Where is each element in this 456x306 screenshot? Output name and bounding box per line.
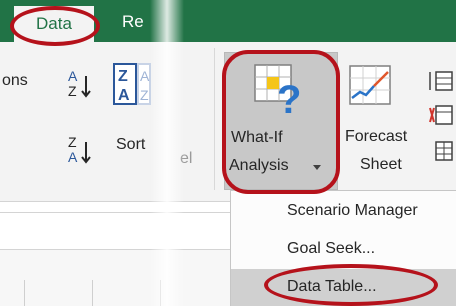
what-if-analysis-icon: ? xyxy=(254,64,301,115)
svg-text:A: A xyxy=(140,68,150,84)
svg-text:Z: Z xyxy=(68,134,77,150)
svg-text:Z: Z xyxy=(140,87,149,103)
worksheet-area[interactable] xyxy=(0,250,230,306)
sort-button-label[interactable]: Sort xyxy=(116,136,145,154)
tab-data[interactable]: Data xyxy=(14,6,94,42)
column-divider xyxy=(24,280,25,306)
menu-item-scenario-manager[interactable]: Scenario Manager xyxy=(231,193,456,229)
what-if-dropdown-menu: Scenario Manager Goal Seek... Data Table… xyxy=(230,190,456,306)
formula-bar[interactable] xyxy=(0,212,230,250)
svg-text:A: A xyxy=(68,68,78,84)
menu-item-label: Goal Seek... xyxy=(287,240,376,257)
menu-item-label: Scenario Manager xyxy=(287,202,418,219)
svg-text:A: A xyxy=(118,87,130,104)
menu-item-data-table[interactable]: Data Table... xyxy=(231,269,456,306)
sort-dialog-icon[interactable]: Z A A Z xyxy=(112,62,152,106)
svg-text:?: ? xyxy=(277,78,301,115)
ribbon-tab-strip: Data Re xyxy=(0,0,456,42)
column-divider xyxy=(160,280,161,306)
sort-z-to-a-icon[interactable]: Z A xyxy=(64,132,98,166)
menu-item-goal-seek[interactable]: Goal Seek... xyxy=(231,231,456,267)
forecast-label-line2[interactable]: Sheet xyxy=(360,156,402,174)
svg-text:Z: Z xyxy=(68,83,77,99)
chevron-down-icon xyxy=(313,165,321,170)
svg-text:A: A xyxy=(68,149,78,165)
what-if-label-line2: Analysis xyxy=(229,157,289,174)
tab-review[interactable]: Re xyxy=(122,12,144,32)
ribbon-partial-label: ons xyxy=(2,72,28,89)
menu-item-label: Data Table... xyxy=(287,278,377,295)
group-label-partial: el xyxy=(180,150,193,167)
group-icon[interactable] xyxy=(428,70,454,92)
subtotal-icon[interactable] xyxy=(428,140,454,162)
ungroup-icon[interactable] xyxy=(428,104,454,126)
what-if-analysis-button[interactable]: ? What-If Analysis xyxy=(224,52,338,190)
column-divider xyxy=(92,280,93,306)
forecast-sheet-icon[interactable] xyxy=(346,62,394,108)
svg-text:Z: Z xyxy=(118,68,128,85)
what-if-label-line1: What-If xyxy=(231,129,283,146)
sort-a-to-z-icon[interactable]: A Z xyxy=(64,66,98,100)
forecast-label-line1[interactable]: Forecast xyxy=(345,128,407,146)
ribbon-group-divider xyxy=(214,48,215,190)
